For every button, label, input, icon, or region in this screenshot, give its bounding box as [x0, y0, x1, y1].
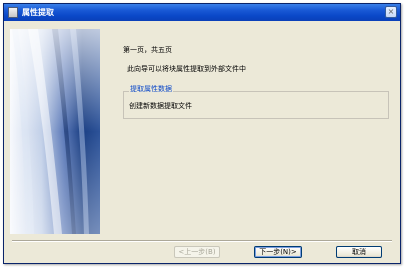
- close-button[interactable]: ×: [385, 6, 397, 18]
- title-bar[interactable]: 属性提取 ×: [4, 4, 400, 21]
- window-title: 属性提取: [22, 8, 54, 17]
- wizard-dialog: 属性提取 × 第一页，共五页 此向导可以将块属性提取到外部文件中 提取属性数据 …: [3, 3, 401, 264]
- close-icon: ×: [387, 7, 395, 16]
- groupbox-label: 提取属性数据: [129, 84, 173, 94]
- back-button[interactable]: <上一步(B): [174, 246, 220, 258]
- page-heading: 第一页，共五页: [123, 46, 172, 54]
- groupbox-content: 创建新数据提取文件: [129, 102, 192, 110]
- button-separator: [12, 240, 392, 242]
- cancel-button[interactable]: 取消: [336, 246, 382, 258]
- page-description: 此向导可以将块属性提取到外部文件中: [127, 65, 246, 73]
- app-icon: [8, 7, 18, 18]
- next-button[interactable]: 下一步(N)>: [254, 246, 302, 258]
- wizard-side-image: [10, 29, 100, 234]
